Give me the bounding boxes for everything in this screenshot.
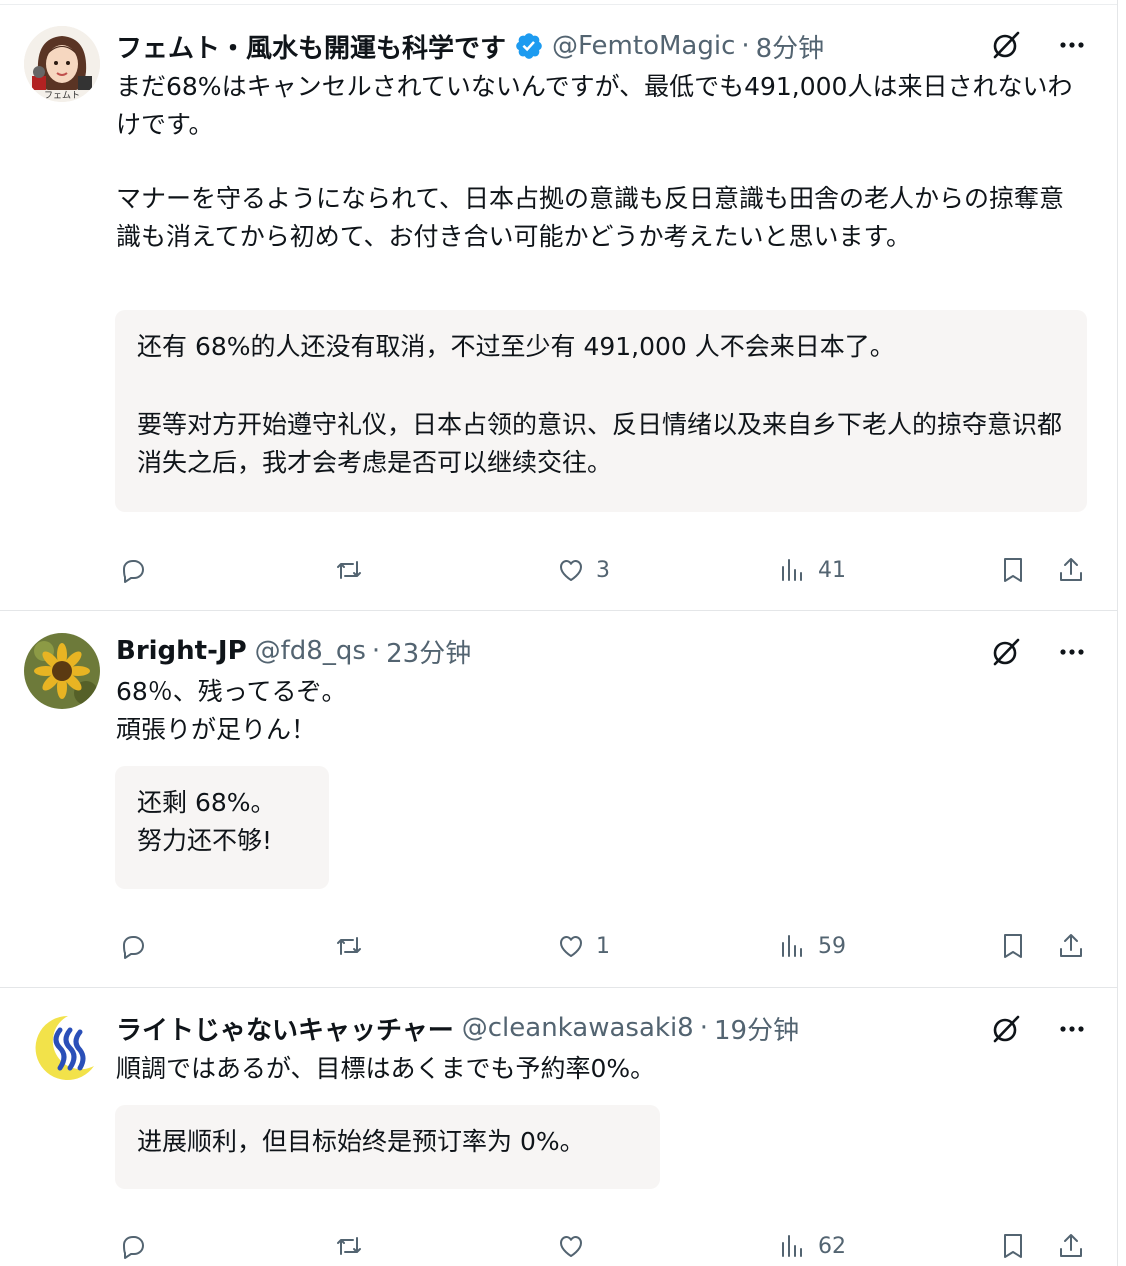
- avatar-image: [24, 633, 100, 709]
- more-icon[interactable]: [1057, 30, 1087, 60]
- more-icon[interactable]: [1057, 637, 1087, 667]
- like-count: 3: [596, 557, 610, 583]
- reply-button[interactable]: [116, 550, 150, 590]
- tweet-paragraph: マナーを守るようになられて、日本占拠の意識も反日意識も田舎の老人からの掠奪意識も…: [116, 184, 1065, 251]
- tweet-paragraph: 順調ではあるが、目標はあくまでも予約率0%。: [116, 1054, 656, 1083]
- action-bar: 1 59: [116, 926, 1090, 966]
- tweet-text: 順調ではあるが、目標はあくまでも予約率0%。: [116, 1050, 1086, 1088]
- view-count: 62: [818, 1233, 846, 1259]
- translation-paragraph: 进展顺利，但目标始终是预订率为 0%。: [137, 1127, 585, 1156]
- translation-box: 进展顺利，但目标始终是预订率为 0%。: [115, 1105, 660, 1189]
- tweet[interactable]: ライトじゃないキャッチャー @cleankawasaki8 · 19分钟 順調で…: [0, 988, 1117, 1266]
- views-button[interactable]: 62: [776, 1226, 846, 1266]
- retweet-icon: [337, 1237, 361, 1255]
- display-name[interactable]: ライトじゃないキャッチャー: [116, 1010, 454, 1047]
- translation-paragraph: 还有 68%的人还没有取消，不过至少有 491,000 人不会来日本了。: [137, 332, 895, 361]
- share-button[interactable]: [1054, 1226, 1088, 1266]
- tweet[interactable]: Bright-JP @fd8_qs · 23分钟 68％、残ってるぞ。 頑張りが…: [0, 611, 1117, 988]
- tweet-header: ライトじゃないキャッチャー @cleankawasaki8 · 19分钟: [116, 1010, 799, 1046]
- translation-box: 还剩 68%。 努力还不够!: [115, 766, 329, 889]
- retweet-icon: [337, 561, 361, 579]
- views-icon: [782, 559, 802, 581]
- reply-button[interactable]: [116, 926, 150, 966]
- like-icon: [560, 936, 582, 957]
- like-icon: [560, 560, 582, 581]
- tweet-header: フェムト・風水も開運も科学です @FemtoMagic · 8分钟: [116, 28, 824, 64]
- like-button[interactable]: [554, 1226, 596, 1266]
- reply-icon: [123, 936, 144, 959]
- tweet-paragraph: まだ68%はキャンセルされていないんですが、最低でも491,000人は来日されな…: [116, 72, 1073, 139]
- handle[interactable]: @fd8_qs: [255, 636, 366, 666]
- translation-box: 还有 68%的人还没有取消，不过至少有 491,000 人不会来日本了。 要等对…: [115, 310, 1087, 512]
- display-name[interactable]: フェムト・風水も開運も科学です: [116, 28, 506, 65]
- tweet-paragraph: 頑張りが足りん！: [116, 715, 317, 744]
- avatar-image: [24, 1010, 100, 1086]
- bookmark-button[interactable]: [996, 1226, 1030, 1266]
- avatar-caption: フェムト: [43, 91, 80, 101]
- separator-dot: ·: [371, 636, 381, 666]
- views-icon: [782, 935, 802, 957]
- translation-paragraph: 要等对方开始遵守礼仪，日本占领的意识、反日情绪以及来自乡下老人的掠夺意识都消失之…: [137, 410, 1063, 477]
- action-bar: 3 41: [116, 550, 1090, 590]
- bookmark-button[interactable]: [996, 926, 1030, 966]
- separator-dot: ·: [741, 31, 750, 61]
- header-actions: [989, 1012, 1087, 1046]
- avatar[interactable]: フェムト: [24, 26, 100, 102]
- bookmark-button[interactable]: [996, 550, 1030, 590]
- views-icon: [782, 1235, 802, 1257]
- retweet-button[interactable]: [332, 550, 366, 590]
- tweet-header: Bright-JP @fd8_qs · 23分钟: [116, 633, 471, 669]
- tweet-text: まだ68%はキャンセルされていないんですが、最低でも491,000人は来日されな…: [116, 68, 1086, 256]
- like-count: 1: [596, 933, 610, 959]
- timestamp[interactable]: 23分钟: [386, 633, 471, 670]
- column-border: [1117, 0, 1118, 1266]
- share-button[interactable]: [1054, 926, 1088, 966]
- display-name[interactable]: Bright-JP: [116, 636, 247, 666]
- bookmark-icon: [1004, 934, 1022, 958]
- views-button[interactable]: 41: [776, 550, 846, 590]
- action-bar: 62: [116, 1226, 1090, 1266]
- handle[interactable]: @FemtoMagic: [552, 31, 735, 61]
- grok-icon[interactable]: [989, 28, 1023, 62]
- tweet-text: 68％、残ってるぞ。 頑張りが足りん！: [116, 673, 1086, 749]
- share-icon: [1060, 558, 1082, 581]
- share-icon: [1060, 934, 1082, 957]
- retweet-button[interactable]: [332, 926, 366, 966]
- bookmark-icon: [1004, 1234, 1022, 1258]
- header-actions: [989, 635, 1087, 669]
- verified-badge-icon: [514, 31, 544, 61]
- reply-button[interactable]: [116, 1226, 150, 1266]
- reply-icon: [123, 560, 144, 583]
- handle[interactable]: @cleankawasaki8: [462, 1013, 694, 1043]
- view-count: 41: [818, 557, 846, 583]
- like-button[interactable]: 3: [554, 550, 610, 590]
- retweet-icon: [337, 937, 361, 955]
- translation-paragraph: 还剩 68%。: [137, 788, 276, 817]
- share-icon: [1060, 1234, 1082, 1257]
- header-actions: [989, 28, 1087, 62]
- tweet[interactable]: フェムト フェムト・風水も開運も科学です @FemtoMagic · 8分钟 ま…: [0, 0, 1117, 611]
- like-button[interactable]: 1: [554, 926, 610, 966]
- timestamp[interactable]: 8分钟: [756, 28, 825, 65]
- translation-paragraph: 努力还不够!: [137, 826, 273, 855]
- more-icon[interactable]: [1057, 1014, 1087, 1044]
- bookmark-icon: [1004, 558, 1022, 582]
- share-button[interactable]: [1054, 550, 1088, 590]
- views-button[interactable]: 59: [776, 926, 846, 966]
- retweet-button[interactable]: [332, 1226, 366, 1266]
- grok-icon[interactable]: [989, 1012, 1023, 1046]
- tweet-paragraph: 68％、残ってるぞ。: [116, 677, 347, 706]
- reply-icon: [123, 1236, 144, 1259]
- avatar[interactable]: [24, 1010, 100, 1086]
- timestamp[interactable]: 19分钟: [714, 1010, 799, 1047]
- view-count: 59: [818, 933, 846, 959]
- avatar[interactable]: [24, 633, 100, 709]
- separator-dot: ·: [699, 1013, 708, 1043]
- grok-icon[interactable]: [989, 635, 1023, 669]
- like-icon: [560, 1236, 582, 1257]
